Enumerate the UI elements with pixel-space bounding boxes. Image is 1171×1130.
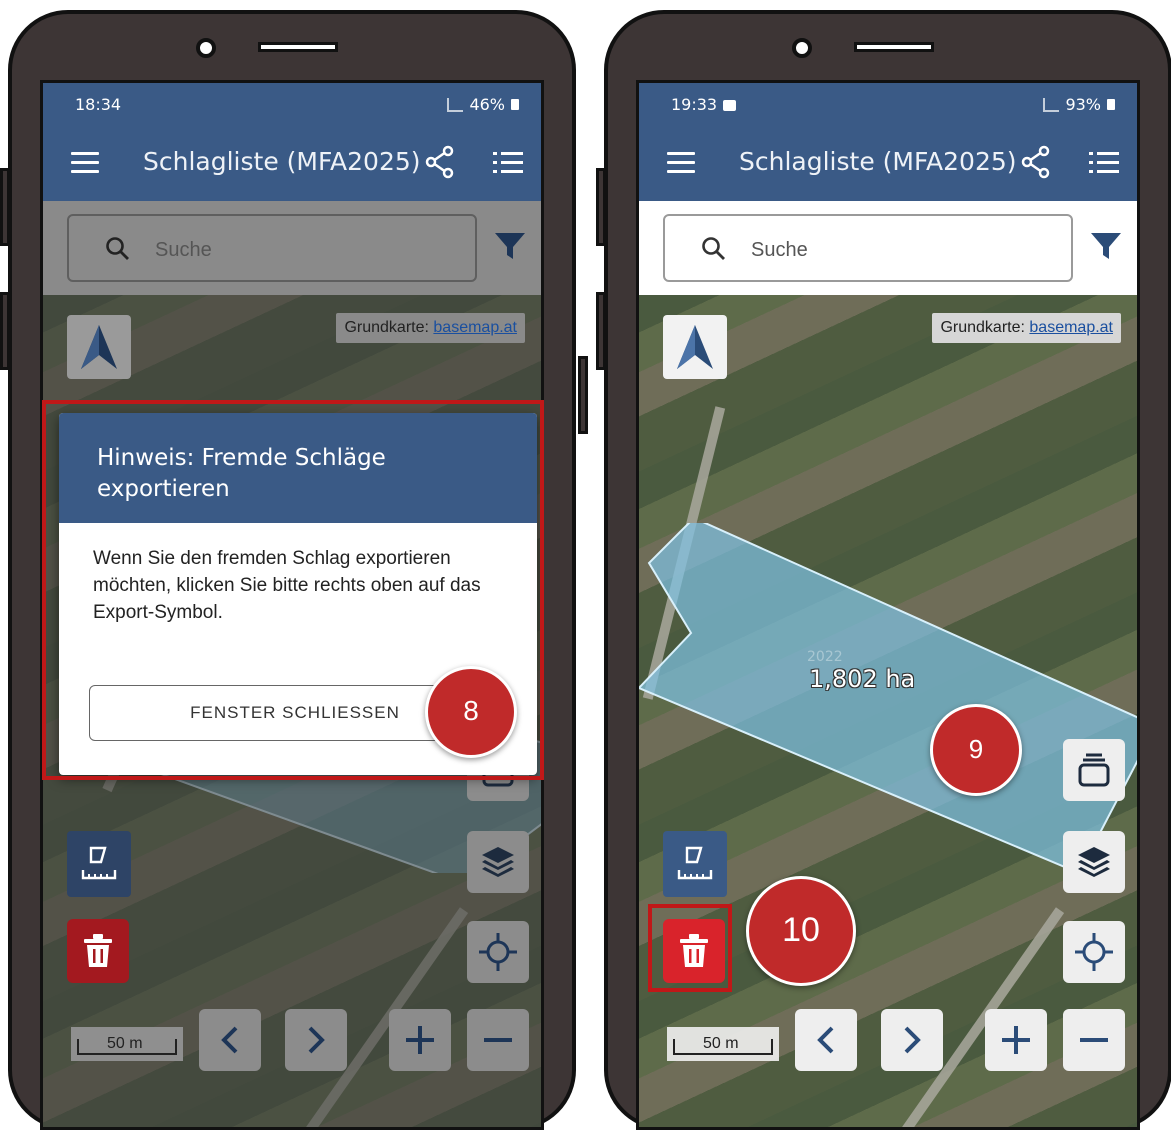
status-time: 19:33 <box>671 95 718 114</box>
attribution-prefix: Grundkarte: <box>344 319 429 336</box>
volume-button <box>0 168 10 246</box>
volume-button <box>596 168 606 246</box>
map-attribution: Grundkarte: basemap.at <box>336 313 525 343</box>
north-arrow-icon <box>677 325 713 369</box>
step-badge-10: 10 <box>746 876 856 986</box>
map-attribution: Grundkarte: basemap.at <box>932 313 1121 343</box>
battery-level: 46% <box>469 95 505 114</box>
power-button <box>596 292 606 370</box>
menu-icon[interactable] <box>71 152 99 174</box>
search-area <box>43 201 541 295</box>
image-notification-icon <box>723 100 737 111</box>
battery-level: 93% <box>1065 95 1101 114</box>
signal-icon <box>1043 97 1060 112</box>
search-box[interactable] <box>663 214 1073 282</box>
ruler-icon <box>677 846 713 880</box>
next-button[interactable] <box>285 1009 347 1071</box>
chevron-right-icon <box>904 1026 921 1054</box>
step-badge-9: 9 <box>930 704 1022 796</box>
attribution-link[interactable]: basemap.at <box>1029 319 1113 336</box>
plus-icon <box>1002 1026 1030 1054</box>
measure-button[interactable] <box>663 831 727 897</box>
signal-icon <box>447 97 464 112</box>
search-box[interactable] <box>67 214 477 282</box>
attribution-link[interactable]: basemap.at <box>433 319 517 336</box>
minus-icon <box>484 1038 512 1042</box>
search-area <box>639 201 1137 295</box>
menu-icon[interactable] <box>667 152 695 174</box>
layers-icon <box>482 847 514 877</box>
prev-button[interactable] <box>795 1009 857 1071</box>
delete-button[interactable] <box>67 919 129 983</box>
zoom-in-button[interactable] <box>389 1009 451 1071</box>
locate-button[interactable] <box>467 921 529 983</box>
scale-bar: 50 m <box>71 1027 183 1061</box>
camera <box>792 38 812 58</box>
speaker <box>854 42 934 52</box>
next-button[interactable] <box>881 1009 943 1071</box>
power-button <box>0 292 10 370</box>
measure-button[interactable] <box>67 831 131 897</box>
status-bar: 19:33 93% <box>639 83 1137 125</box>
speaker <box>258 42 338 52</box>
locate-button[interactable] <box>1063 921 1125 983</box>
list-icon[interactable] <box>1089 151 1119 175</box>
minus-icon <box>1080 1038 1108 1042</box>
search-input[interactable] <box>749 234 1053 266</box>
search-input[interactable] <box>153 234 457 266</box>
scale-label: 50 m <box>703 1035 739 1052</box>
side-button <box>578 356 588 434</box>
status-time: 18:34 <box>75 95 122 114</box>
layers-button[interactable] <box>467 831 529 893</box>
north-arrow-icon <box>81 325 117 369</box>
filter-icon[interactable] <box>493 229 527 263</box>
chevron-left-icon <box>817 1026 834 1054</box>
battery-icon <box>1107 99 1115 110</box>
share-icon[interactable] <box>425 145 455 179</box>
attribution-prefix: Grundkarte: <box>940 319 1025 336</box>
field-area-label: 1,802 ha <box>809 665 916 693</box>
layers-icon <box>1078 847 1110 877</box>
app-bar: Schlagliste (MFA2025) <box>43 125 541 201</box>
app-bar: Schlagliste (MFA2025) <box>639 125 1137 201</box>
chevron-right-icon <box>308 1026 325 1054</box>
step-badge-8: 8 <box>425 666 517 758</box>
scale-bar: 50 m <box>667 1027 779 1061</box>
zoom-in-button[interactable] <box>985 1009 1047 1071</box>
search-icon <box>106 237 129 260</box>
stack-button[interactable] <box>1063 739 1125 801</box>
zoom-out-button[interactable] <box>467 1009 529 1071</box>
ruler-icon <box>81 846 117 880</box>
filter-icon[interactable] <box>1089 229 1123 263</box>
share-icon[interactable] <box>1021 145 1051 179</box>
battery-icon <box>511 99 519 110</box>
north-arrow-button[interactable] <box>663 315 727 379</box>
status-bar: 18:34 46% <box>43 83 541 125</box>
prev-button[interactable] <box>199 1009 261 1071</box>
locate-icon <box>1075 933 1113 971</box>
field-polygon[interactable] <box>639 523 1140 873</box>
scale-label: 50 m <box>107 1035 143 1052</box>
highlight-frame-delete <box>648 904 732 992</box>
field-year: 2022 <box>807 649 843 665</box>
trash-icon <box>84 934 112 967</box>
page-title: Schlagliste (MFA2025) <box>739 147 1017 176</box>
layers-button[interactable] <box>1063 831 1125 893</box>
north-arrow-button[interactable] <box>67 315 131 379</box>
stack-icon <box>1078 753 1110 787</box>
camera <box>196 38 216 58</box>
zoom-out-button[interactable] <box>1063 1009 1125 1071</box>
plus-icon <box>406 1026 434 1054</box>
chevron-left-icon <box>221 1026 238 1054</box>
locate-icon <box>479 933 517 971</box>
page-title: Schlagliste (MFA2025) <box>143 147 421 176</box>
search-icon <box>702 237 725 260</box>
list-icon[interactable] <box>493 151 523 175</box>
